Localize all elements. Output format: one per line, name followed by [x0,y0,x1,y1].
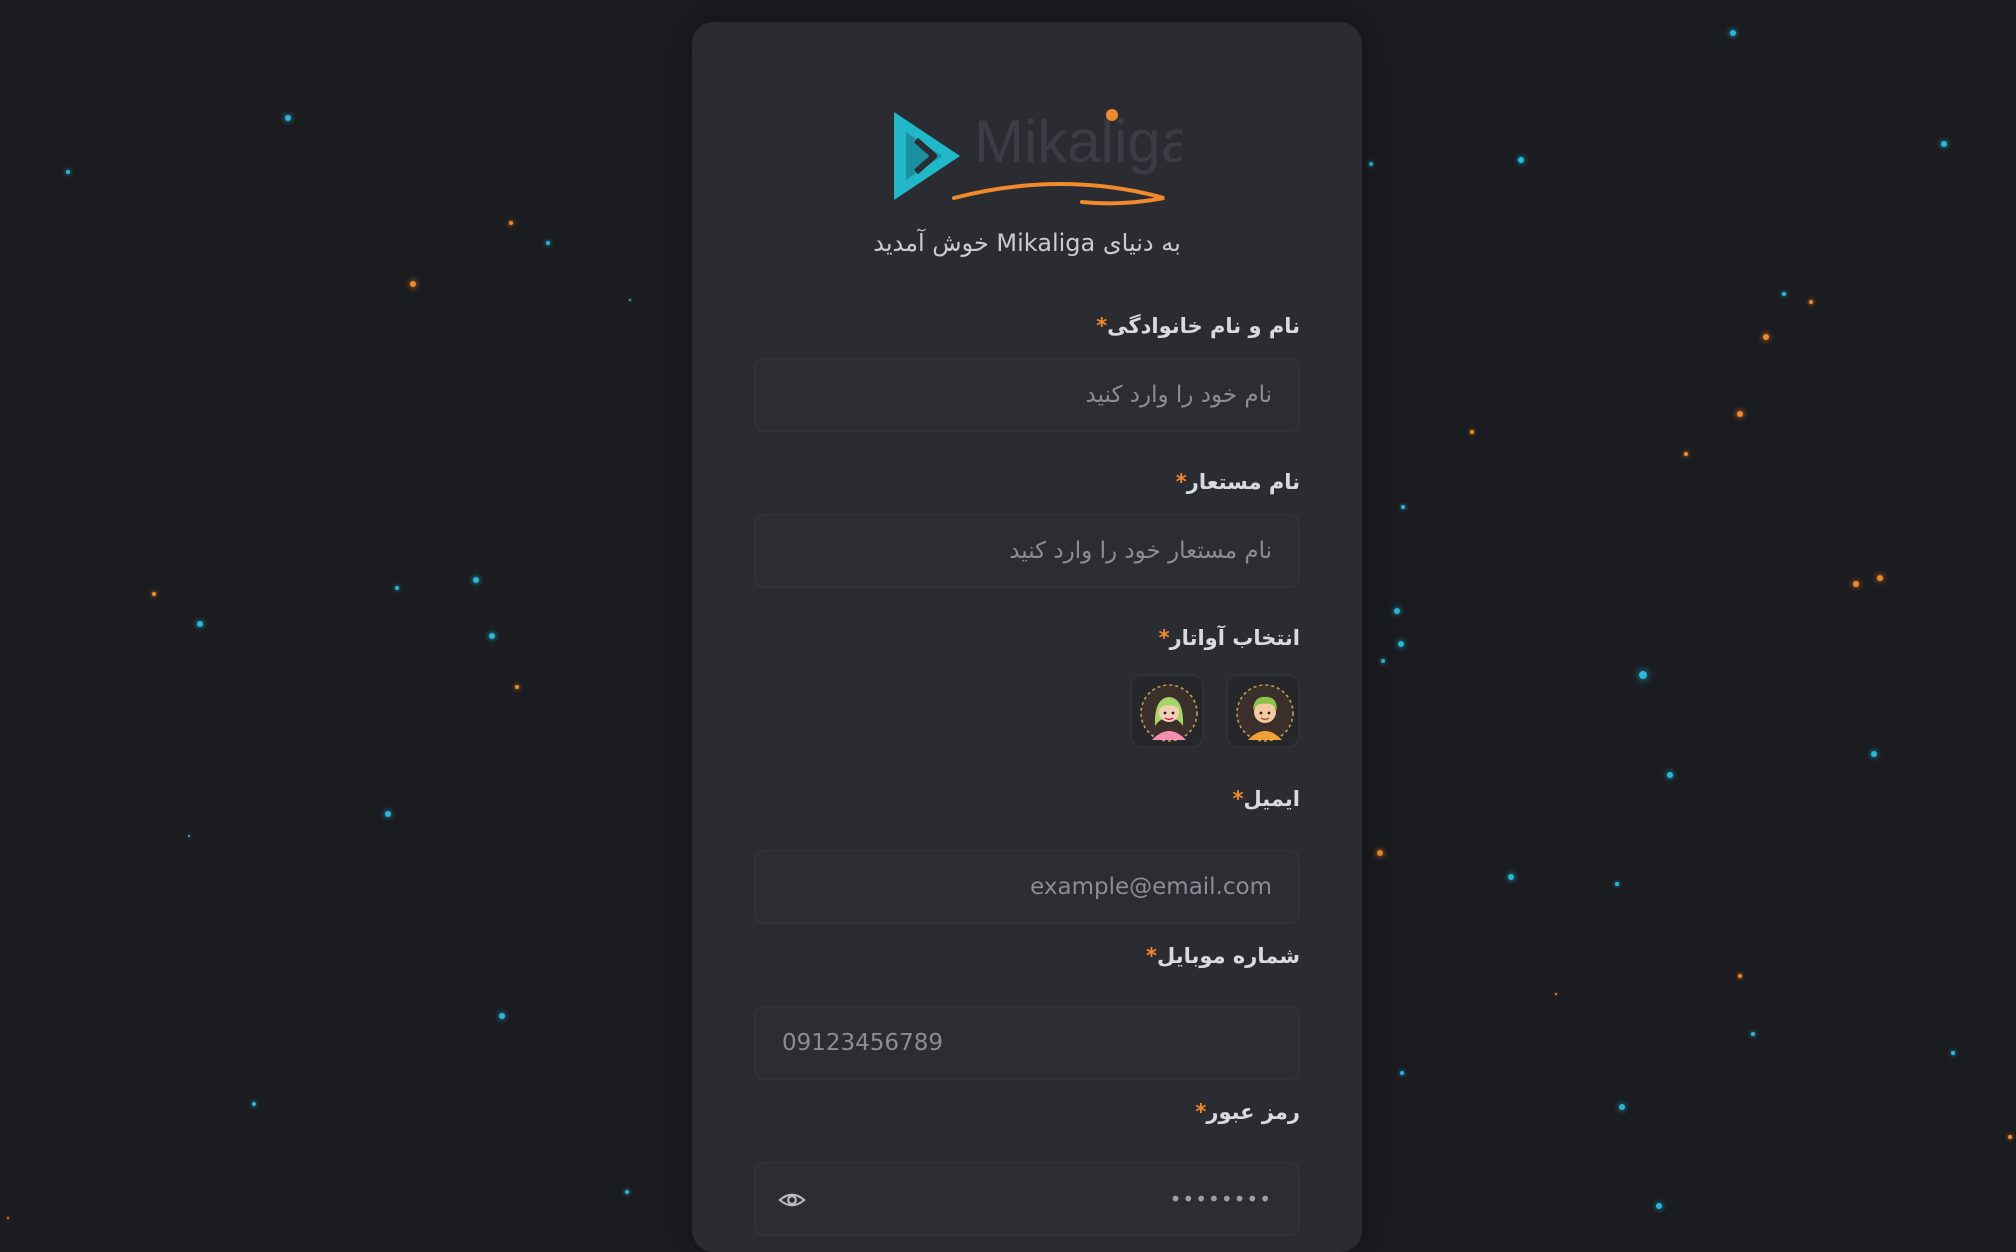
star-dot [395,586,399,590]
mobile-label-text: شماره موبایل [1157,944,1300,968]
star-dot [188,835,190,837]
star-dot [197,621,203,627]
star-dot [1639,671,1647,679]
star-dot [1877,575,1883,581]
star-dot [410,281,416,287]
mobile-input[interactable]: 09123456789 [754,1006,1300,1080]
star-dot [1871,751,1877,757]
required-marker: * [1158,626,1170,650]
star-dot [629,299,631,301]
mobile-label: شماره موبایل* [754,944,1300,968]
star-dot [252,1102,256,1106]
required-marker: * [1175,470,1187,494]
star-dot [1518,157,1524,163]
required-marker: * [1232,787,1244,811]
required-marker: * [1195,1100,1207,1124]
required-marker: * [1146,944,1158,968]
full-name-placeholder: نام خود را وارد کنید [1085,382,1272,408]
star-dot [1369,162,1373,166]
avatar-label: انتخاب آواتار* [754,626,1300,650]
star-dot [1555,993,1557,995]
nickname-label: نام مستعار* [754,470,1300,494]
boy-avatar-icon [1236,684,1294,742]
star-dot [2008,1135,2012,1139]
star-dot [489,633,495,639]
star-dot [7,1217,9,1219]
star-dot [1398,641,1404,647]
mobile-placeholder: 09123456789 [782,1030,943,1056]
star-dot [1737,411,1743,417]
signup-card: Mikaliga به دنیای Mikaliga خوش آمدید نام… [692,22,1362,1252]
email-input[interactable]: example@email.com [754,850,1300,924]
star-dot [515,685,519,689]
password-masked-value: •••••••• [1169,1187,1272,1211]
password-label-text: رمز عبور [1206,1100,1300,1124]
star-dot [509,221,513,225]
mikaliga-logo: Mikaliga [894,108,1182,206]
star-dot [546,241,550,245]
star-dot [1853,581,1859,587]
required-marker: * [1096,314,1108,338]
password-label: رمز عبور* [754,1100,1300,1124]
star-dot [1751,1032,1755,1036]
star-dot [1730,30,1736,36]
star-dot [1619,1104,1625,1110]
eye-icon[interactable] [778,1186,806,1214]
email-label: ایمیل* [754,787,1300,811]
star-dot [66,170,70,174]
star-dot [1508,874,1514,880]
star-dot [385,811,391,817]
welcome-text: به دنیای Mikaliga خوش آمدید [873,229,1181,257]
star-dot [1377,850,1383,856]
nickname-input[interactable]: نام مستعار خود را وارد کنید [754,514,1300,588]
star-dot [499,1013,505,1019]
full-name-input[interactable]: نام خود را وارد کنید [754,358,1300,432]
svg-text:Mikaliga: Mikaliga [974,108,1182,175]
star-dot [1951,1051,1955,1055]
star-dot [1782,292,1786,296]
avatar-option-girl[interactable] [1130,674,1204,748]
star-dot [1667,772,1673,778]
star-dot [1941,141,1947,147]
star-dot [1684,452,1688,456]
star-dot [1394,608,1400,614]
star-dot [1738,974,1742,978]
email-label-text: ایمیل [1243,787,1300,811]
star-dot [1809,300,1813,304]
star-dot [285,115,291,121]
full-name-label-text: نام و نام خانوادگی [1107,314,1300,338]
email-placeholder: example@email.com [1030,874,1272,900]
nickname-label-text: نام مستعار [1186,470,1300,494]
star-dot [1381,659,1385,663]
star-dot [152,592,156,596]
girl-avatar-icon [1140,684,1198,742]
star-dot [1400,1071,1404,1075]
star-dot [1615,882,1619,886]
full-name-label: نام و نام خانوادگی* [754,314,1300,338]
star-dot [625,1190,629,1194]
password-input[interactable]: •••••••• [754,1162,1300,1236]
avatar-option-boy[interactable] [1226,674,1300,748]
star-dot [1401,505,1405,509]
nickname-placeholder: نام مستعار خود را وارد کنید [1009,538,1272,564]
star-dot [1656,1203,1662,1209]
star-dot [473,577,479,583]
star-dot [1470,430,1474,434]
avatar-label-text: انتخاب آواتار [1169,626,1300,650]
star-dot [1763,334,1769,340]
